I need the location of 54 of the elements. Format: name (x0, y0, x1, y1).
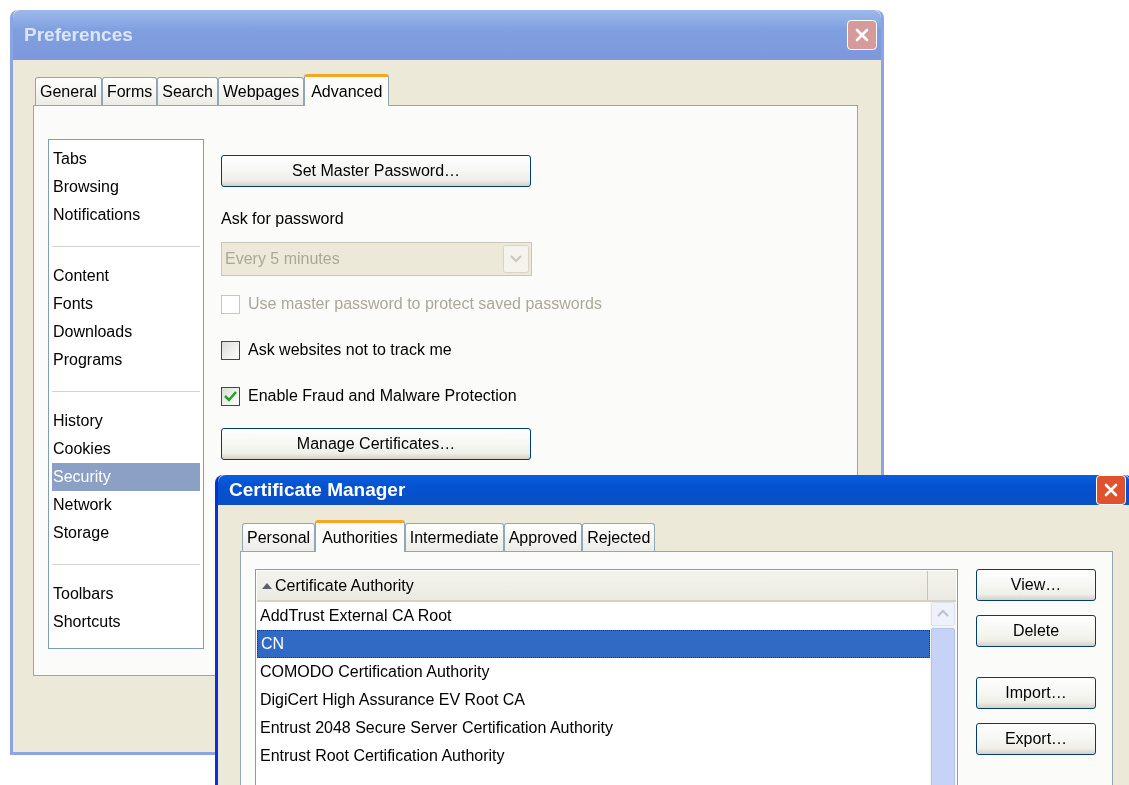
scrollbar[interactable] (930, 602, 956, 785)
push-button[interactable]: Manage Certificates… (221, 428, 531, 460)
tab[interactable]: General (35, 77, 102, 105)
tab[interactable]: Webpages (217, 77, 305, 105)
tab[interactable]: Approved (503, 523, 583, 551)
chevron-down-icon (503, 245, 529, 273)
category-item[interactable]: Downloads (52, 318, 200, 346)
push-button[interactable]: Export… (976, 723, 1096, 755)
category-item[interactable]: Content (52, 262, 200, 290)
field-label: Ask for password (221, 209, 345, 229)
list-row[interactable]: AddTrust External CA Root (257, 602, 930, 630)
checkbox-label: Ask websites not to track me (248, 340, 452, 360)
checkbox-label: Enable Fraud and Malware Protection (248, 386, 517, 406)
push-button[interactable]: Set Master Password… (221, 155, 531, 187)
category-item[interactable]: Storage (52, 519, 200, 547)
tab[interactable]: Personal (242, 523, 316, 551)
checkbox[interactable] (221, 340, 240, 360)
list-row[interactable]: CN (257, 630, 930, 658)
scroll-thumb[interactable] (931, 628, 955, 785)
tab[interactable]: Intermediate (404, 523, 504, 551)
list-row[interactable]: Entrust Root Certification Authority (257, 742, 930, 770)
close-icon (854, 27, 870, 43)
close-button[interactable] (1096, 475, 1126, 505)
scroll-up-icon (931, 602, 955, 626)
category-item[interactable]: Cookies (52, 435, 200, 463)
checkbox-label: Use master password to protect saved passwords (248, 294, 602, 314)
window-title: Certificate Manager (229, 477, 406, 502)
check-icon (224, 390, 237, 402)
header-label: Certificate Authority (275, 575, 414, 596)
dropdown-value: Every 5 minutes (225, 249, 340, 269)
list-row[interactable]: COMODO Certification Authority (257, 658, 930, 686)
window-title: Preferences (24, 22, 133, 47)
category-item[interactable]: History (52, 407, 200, 435)
tab[interactable]: Forms (101, 77, 158, 105)
push-button[interactable]: Delete (976, 615, 1096, 647)
checkbox[interactable] (221, 386, 240, 406)
category-item[interactable]: Tabs (52, 145, 200, 173)
category-item[interactable]: Fonts (52, 290, 200, 318)
tab[interactable]: Rejected (582, 523, 656, 551)
tab[interactable]: Advanced (304, 74, 390, 106)
category-item[interactable]: Shortcuts (52, 608, 200, 636)
push-button[interactable]: Import… (976, 677, 1096, 709)
category-item[interactable]: Browsing (52, 173, 200, 201)
category-item[interactable]: Programs (52, 346, 200, 374)
category-item[interactable]: Toolbars (52, 580, 200, 608)
close-button[interactable] (847, 20, 877, 50)
tab[interactable]: Authorities (315, 520, 405, 552)
push-button[interactable]: View… (976, 569, 1096, 601)
tab[interactable]: Search (157, 77, 218, 105)
close-icon (1103, 482, 1119, 498)
category-item[interactable]: Notifications (52, 201, 200, 229)
list-row[interactable]: Entrust 2048 Secure Server Certification Authority (257, 714, 930, 742)
list-row[interactable]: DigiCert High Assurance EV Root CA (257, 686, 930, 714)
category-item[interactable]: Network (52, 491, 200, 519)
